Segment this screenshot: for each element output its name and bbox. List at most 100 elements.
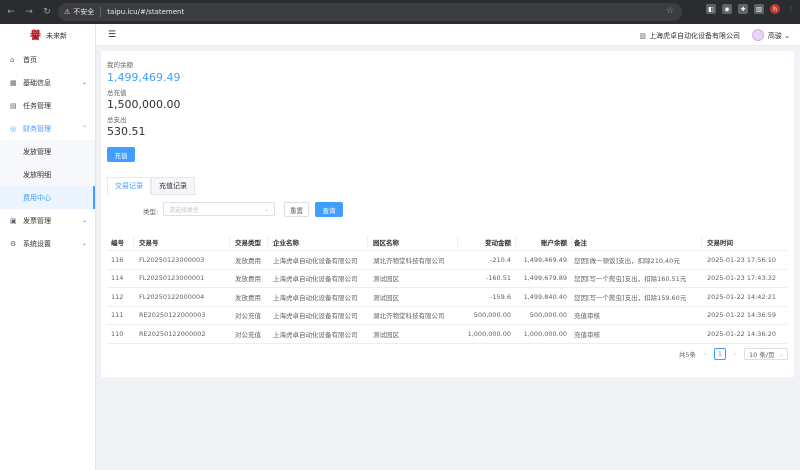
building-icon: ▥ [639,32,646,40]
tab-transactions[interactable]: 交易记录 [107,177,151,195]
extension-icon[interactable]: ◧ [706,4,716,14]
more-menu-icon[interactable]: ⋮ [786,4,796,14]
reload-icon[interactable]: ↻ [40,5,54,19]
cell-balance: 1,499,840.40 [523,292,567,301]
col-balance-header: 账户余额 [541,239,567,247]
user-avatar[interactable] [752,29,764,41]
col-txn-no-header: 交易号 [139,239,159,247]
logo-icon: 譽 [30,29,41,42]
sidebar: 譽 未来新 ⌂ 首页 ▦ 基础信息 ⌄ ▤ 任务管理 ◎ 财务管理 ⌃ 发放管理… [0,24,96,470]
chevron-down-icon: ⌄ [81,79,87,86]
sidebar-item-label: 首页 [23,55,37,64]
sidebar-item-home[interactable]: ⌂ 首页 [0,48,95,71]
user-menu[interactable]: 高骏 ⌄ [768,31,790,41]
page-size-select[interactable]: 10 条/页 ⌄ [744,348,788,360]
cell-company: 上海虎卓自动化设备有限公司 [273,256,358,265]
col-divider [457,237,458,247]
tab-recharges[interactable]: 充值记录 [151,177,195,195]
cell-txn-type: 对公充值 [235,312,261,321]
cell-park: 湖北齐物堂科技有限公司 [373,256,445,265]
col-divider [701,237,702,247]
invoice-icon: ▣ [10,216,17,225]
expense-total-value: 530.51 [107,125,146,138]
expense-total-label: 总支出 [107,116,127,124]
cell-park: 湖北齐物堂科技有限公司 [373,312,445,321]
cell-txn-type: 发放费用 [235,275,261,284]
recharge-button[interactable]: 充值 [107,147,135,162]
cell-time: 2025-01-22 14:42:21 [707,292,777,301]
col-company-header: 企业名称 [273,239,299,247]
table-row[interactable]: 111 RE20250122000003 对公充值 上海虎卓自动化设备有限公司 … [107,307,787,325]
warning-icon: ⚠ [64,8,71,16]
cell-id: 110 [111,329,124,338]
back-icon[interactable]: ← [4,5,18,19]
cell-amount: -159.6 [490,292,511,301]
sidebar-item-tasks[interactable]: ▤ 任务管理 [0,94,95,117]
col-divider [367,237,368,247]
browser-extensions: ◧ ◉ ✚ ▥ h ⋮ [706,4,796,14]
address-bar[interactable]: ⚠ 不安全 taipu.icu/#/statement [58,3,682,21]
home-icon: ⌂ [10,55,15,64]
extension-puzzle-icon[interactable]: ✚ [738,4,748,14]
sidebar-item-settings[interactable]: ⚙ 系统设置 ⌄ [0,232,95,255]
table-header: 编号 交易号 交易类型 企业名称 园区名称 变动金额 账户余额 备注 交易时间 [107,234,787,251]
cell-id: 111 [111,311,124,320]
bookmark-star-icon[interactable]: ☆ [666,6,674,16]
omnibox-divider [100,7,102,17]
chevron-down-icon: ⌄ [263,205,269,213]
sidebar-item-invoices[interactable]: ▣ 发票管理 ⌄ [0,209,95,232]
username-label: 高骏 [767,32,782,40]
query-button[interactable]: 查询 [315,202,343,217]
col-divider [571,237,572,247]
type-select-placeholder: 请选择类型 [169,206,200,214]
company-name: ▥ 上海虎卓自动化设备有限公司 [639,31,740,41]
forward-icon[interactable]: → [22,5,36,19]
col-divider [267,237,268,247]
main-content: 我的余额 1,499,469.49 总充值 1,500,000.00 总支出 5… [101,51,794,377]
sidebar-subitem-payout-management[interactable]: 发放管理 [0,140,95,163]
cell-company: 上海虎卓自动化设备有限公司 [273,330,358,339]
cell-time: 2025-01-22 14:36:20 [707,329,777,338]
col-time-header: 交易时间 [707,239,733,247]
cell-balance: 1,499,469.49 [523,255,567,264]
col-remark-header: 备注 [574,239,587,247]
cell-txn-no: FL20250123000001 [139,274,205,283]
balance-label: 我的余额 [107,61,133,69]
logo: 譽 未来新 [0,24,95,48]
sidebar-subitem-payout-details[interactable]: 发放明细 [0,163,95,186]
recharge-total-value: 1,500,000.00 [107,98,181,111]
col-park-header: 园区名称 [373,239,399,247]
cell-remark: 充值审核 [574,330,600,339]
cell-remark: 您因[写一个爬虫]支出，扣除160.51元 [574,275,687,284]
table-row[interactable]: 112 FL20250122000004 发放费用 上海虎卓自动化设备有限公司 … [107,288,787,307]
menu-toggle-icon[interactable]: ☰ [108,30,116,40]
cell-txn-no: FL20250123000003 [139,255,205,264]
chevron-down-icon: ⌄ [81,240,87,247]
table-row[interactable]: 116 FL20250123000003 发放费用 上海虎卓自动化设备有限公司 … [107,251,787,270]
cell-amount: 1,000,000.00 [467,329,511,338]
profile-avatar-icon[interactable]: h [770,4,780,14]
cell-balance: 1,499,679.89 [523,274,567,283]
chevron-up-icon: ⌃ [81,125,87,132]
table-row[interactable]: 110 RE20250122000002 对公充值 上海虎卓自动化设备有限公司 … [107,325,787,344]
reset-button[interactable]: 重置 [284,202,309,217]
page-number-button[interactable]: 1 [714,348,726,360]
extension-record-icon[interactable]: ◉ [722,4,732,14]
record-tabs: 交易记录 充值记录 [107,177,195,195]
table-row[interactable]: 114 FL20250123000001 发放费用 上海虎卓自动化设备有限公司 … [107,270,787,288]
sidebar-item-basic-info[interactable]: ▦ 基础信息 ⌄ [0,71,95,94]
cell-park: 测试园区 [373,330,399,339]
sidebar-item-label: 发票管理 [23,216,51,225]
next-page-icon[interactable]: › [730,348,740,360]
type-select[interactable]: 请选择类型 ⌄ [163,202,275,216]
col-id-header: 编号 [111,239,124,247]
sidebar-item-label: 财务管理 [23,124,51,133]
sidebar-subitem-expense-center[interactable]: 费用中心 [0,186,95,209]
cell-amount: -210.4 [490,255,511,264]
sidepanel-icon[interactable]: ▥ [754,4,764,14]
cell-remark: 您因[写一个爬虫]支出，扣除159.60元 [574,293,687,302]
cell-company: 上海虎卓自动化设备有限公司 [273,312,358,321]
cell-txn-type: 发放费用 [235,293,261,302]
prev-page-icon[interactable]: ‹ [700,348,710,360]
sidebar-item-finance[interactable]: ◎ 财务管理 ⌃ [0,117,95,140]
